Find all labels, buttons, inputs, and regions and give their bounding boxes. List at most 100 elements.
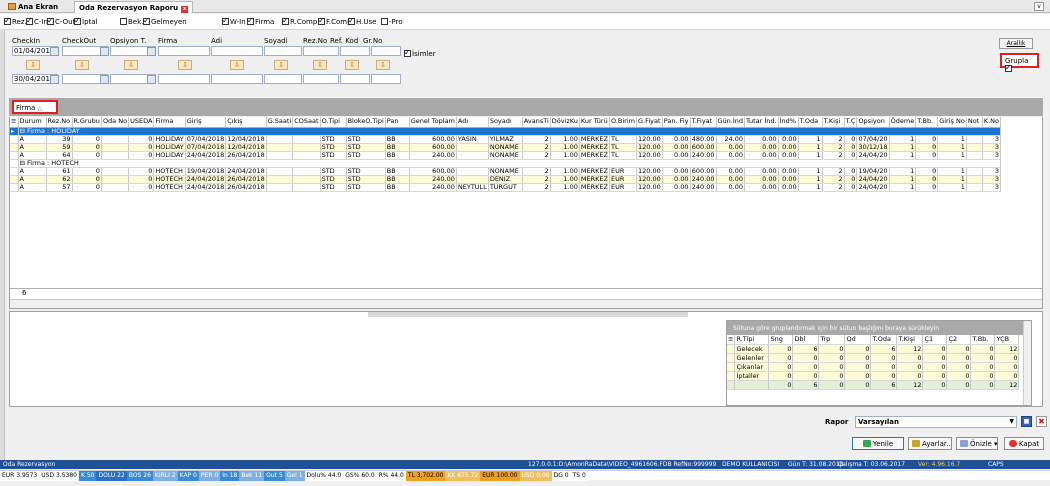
or-button-grno[interactable]: ⇩: [376, 60, 390, 70]
column-header[interactable]: İnd%: [778, 117, 799, 128]
filter-checkbox-cout[interactable]: C-Out: [47, 16, 75, 27]
calendar-icon[interactable]: [100, 47, 109, 56]
column-header[interactable]: G.Saati: [266, 117, 294, 128]
or-button-soyadi[interactable]: ⇩: [274, 60, 288, 70]
table-row[interactable]: A 61 0 0 HOTECH 19/04/2018 24/04/2018 STD STD BB 6…: [10, 167, 1002, 176]
adi-to-input[interactable]: [211, 74, 263, 84]
calendar-icon[interactable]: [147, 75, 156, 84]
column-header[interactable]: Pan. Fiy: [662, 117, 691, 128]
soyadi-input[interactable]: [264, 46, 302, 56]
column-header[interactable]: Durum: [18, 117, 47, 128]
pivot-row[interactable]: Gelenler 0 0 0 0 0 0 0 0 0 0: [727, 353, 1020, 363]
or-button-rezno[interactable]: ⇩: [313, 60, 327, 70]
filter-checkbox-win[interactable]: W-In: [222, 16, 246, 27]
column-header[interactable]: DövizKu: [550, 117, 580, 128]
column-header[interactable]: Genel Toplam: [409, 117, 457, 128]
adi-input[interactable]: [211, 46, 263, 56]
column-header[interactable]: T.Ç: [844, 117, 858, 128]
table-row[interactable]: A 62 0 0 HOTECH 24/04/2018 26/04/2018 STD STD BB 2…: [10, 175, 1002, 184]
soyadi-to-input[interactable]: [264, 74, 302, 84]
filter-checkbox-cin[interactable]: C-In: [26, 16, 48, 27]
filter-checkbox-firma[interactable]: Firma: [247, 16, 274, 27]
ayarlar-button[interactable]: Ayarlar..: [908, 437, 952, 450]
filter-checkbox-bek[interactable]: Bek.: [120, 18, 143, 27]
pivot-total-row[interactable]: 0 6 0 0 6 12 0 0 0 12: [727, 380, 1020, 390]
tab-room-report[interactable]: Oda Rezervasyon Raporu x: [74, 1, 194, 13]
column-header[interactable]: T.Kişi: [822, 117, 845, 128]
column-header[interactable]: USEDA: [128, 117, 155, 128]
pivot-column-header[interactable]: Dbl: [792, 335, 820, 345]
pivot-row[interactable]: İptaller 0 0 0 0 0 0 0 0 0 0: [727, 371, 1020, 381]
rezno-to-input[interactable]: [303, 74, 339, 84]
table-row[interactable]: A 64 0 0 HOLIDAY 24/04/2018 26/04/2018 STD STD BB…: [10, 151, 1002, 160]
firma-input[interactable]: [158, 46, 210, 56]
column-header[interactable]: G.Fiyat: [636, 117, 663, 128]
column-header[interactable]: O.Birim: [609, 117, 637, 128]
rapor-select[interactable]: Varsayılan ▼: [855, 416, 1017, 428]
calendar-icon[interactable]: [100, 75, 109, 84]
close-icon[interactable]: x: [181, 6, 189, 13]
filter-checkbox-fcomp[interactable]: F.Comp: [318, 16, 352, 27]
calendar-icon[interactable]: [50, 47, 59, 56]
column-header[interactable]: Soyadı: [488, 117, 523, 128]
or-button-adi[interactable]: ⇩: [230, 60, 244, 70]
rezno-input[interactable]: [303, 46, 339, 56]
column-header[interactable]: T.Oda: [798, 117, 823, 128]
filter-checkbox-iptal[interactable]: İptal: [74, 16, 98, 27]
grupla-checkbox[interactable]: Grupla: [1000, 53, 1039, 72]
onizle-button[interactable]: Önizle ▾: [956, 437, 998, 450]
side-splitter[interactable]: [0, 30, 5, 460]
group-chip-firma[interactable]: Firma △: [12, 100, 58, 114]
column-header[interactable]: Pan: [385, 117, 410, 128]
column-header[interactable]: Ödeme: [889, 117, 917, 128]
pivot-column-header[interactable]: R.Tipi: [734, 335, 770, 345]
horizontal-scrollbar[interactable]: [10, 299, 1042, 308]
group-row[interactable]: ▸ ⊟ Firma : HOLIDAY: [10, 127, 1002, 136]
column-header[interactable]: Tutar İnd.: [744, 117, 779, 128]
pivot-column-header[interactable]: Sng: [768, 335, 794, 345]
pivot-row[interactable]: Çıkanlar 0 0 0 0 0 0 0 0 0 0: [727, 362, 1020, 372]
save-icon[interactable]: ■: [1021, 416, 1032, 427]
column-header[interactable]: Opsiyon: [856, 117, 890, 128]
filter-checkbox-gelmeyen[interactable]: Gelmeyen: [143, 16, 187, 27]
column-header[interactable]: T.Bb.: [915, 117, 939, 128]
column-header[interactable]: Firma: [153, 117, 186, 128]
pivot-column-header[interactable]: T.Oda: [870, 335, 898, 345]
arallik-button[interactable]: Arallık: [999, 38, 1033, 49]
firma-to-input[interactable]: [158, 74, 210, 84]
group-row[interactable]: ⊟ Firma : HOTECH: [10, 159, 1002, 168]
grno-input[interactable]: [371, 46, 401, 56]
lower-scroll-handle[interactable]: [368, 312, 688, 317]
pivot-row[interactable]: Gelecek 0 6 0 0 6 12 0 0 0 12: [727, 344, 1020, 354]
refkod-input[interactable]: [340, 46, 370, 56]
chevron-down-icon[interactable]: v: [1034, 2, 1044, 11]
column-header[interactable]: Adı: [456, 117, 489, 128]
column-header[interactable]: Oda No: [101, 117, 130, 128]
column-header[interactable]: Not: [966, 117, 983, 128]
filter-checkbox-huse[interactable]: H.Use: [348, 16, 376, 27]
table-row[interactable]: A 39 0 0 HOLIDAY 07/04/2018 12/04/2018 STD STD BB…: [10, 135, 1002, 144]
pivot-column-header[interactable]: Ç2: [946, 335, 972, 345]
tab-home[interactable]: Ana Ekran: [4, 1, 62, 13]
isimler-checkbox[interactable]: İsimler: [404, 48, 436, 59]
pivot-column-header[interactable]: Qd: [844, 335, 872, 345]
reservation-grid[interactable]: ≡ Durum Rez.No R.Grubu Oda No USEDA Firma Giriş…: [9, 117, 1043, 309]
pivot-column-header[interactable]: T.Kişi: [896, 335, 924, 345]
table-row[interactable]: A 57 0 0 HOTECH 24/04/2018 26/04/2018 STD STD BB 2…: [10, 183, 1002, 192]
pivot-column-header[interactable]: YÇB: [994, 335, 1020, 345]
table-row[interactable]: A 59 0 0 HOLIDAY 07/04/2018 12/04/2018 STD STD BB…: [10, 143, 1002, 152]
column-header[interactable]: Gün.İnd: [716, 117, 746, 128]
filter-checkbox-pro[interactable]: -Pro: [381, 18, 403, 27]
filter-checkbox-rcomp[interactable]: R.Comp: [282, 16, 317, 27]
column-header[interactable]: Giriş: [185, 117, 227, 128]
column-header[interactable]: Çıkış: [225, 117, 267, 128]
pivot-column-header[interactable]: Trp: [818, 335, 846, 345]
refkod-to-input[interactable]: [340, 74, 370, 84]
vertical-scrollbar[interactable]: [1023, 321, 1031, 405]
yenile-button[interactable]: Yenile: [852, 437, 904, 450]
pivot-grid[interactable]: Sütuna göre gruplandırmak için bir sütun…: [726, 320, 1032, 406]
column-header[interactable]: Giriş No: [937, 117, 967, 128]
calendar-icon[interactable]: [147, 47, 156, 56]
filter-checkbox-rez[interactable]: Rez.: [4, 16, 27, 27]
kapat-button[interactable]: Kapat: [1004, 437, 1044, 450]
